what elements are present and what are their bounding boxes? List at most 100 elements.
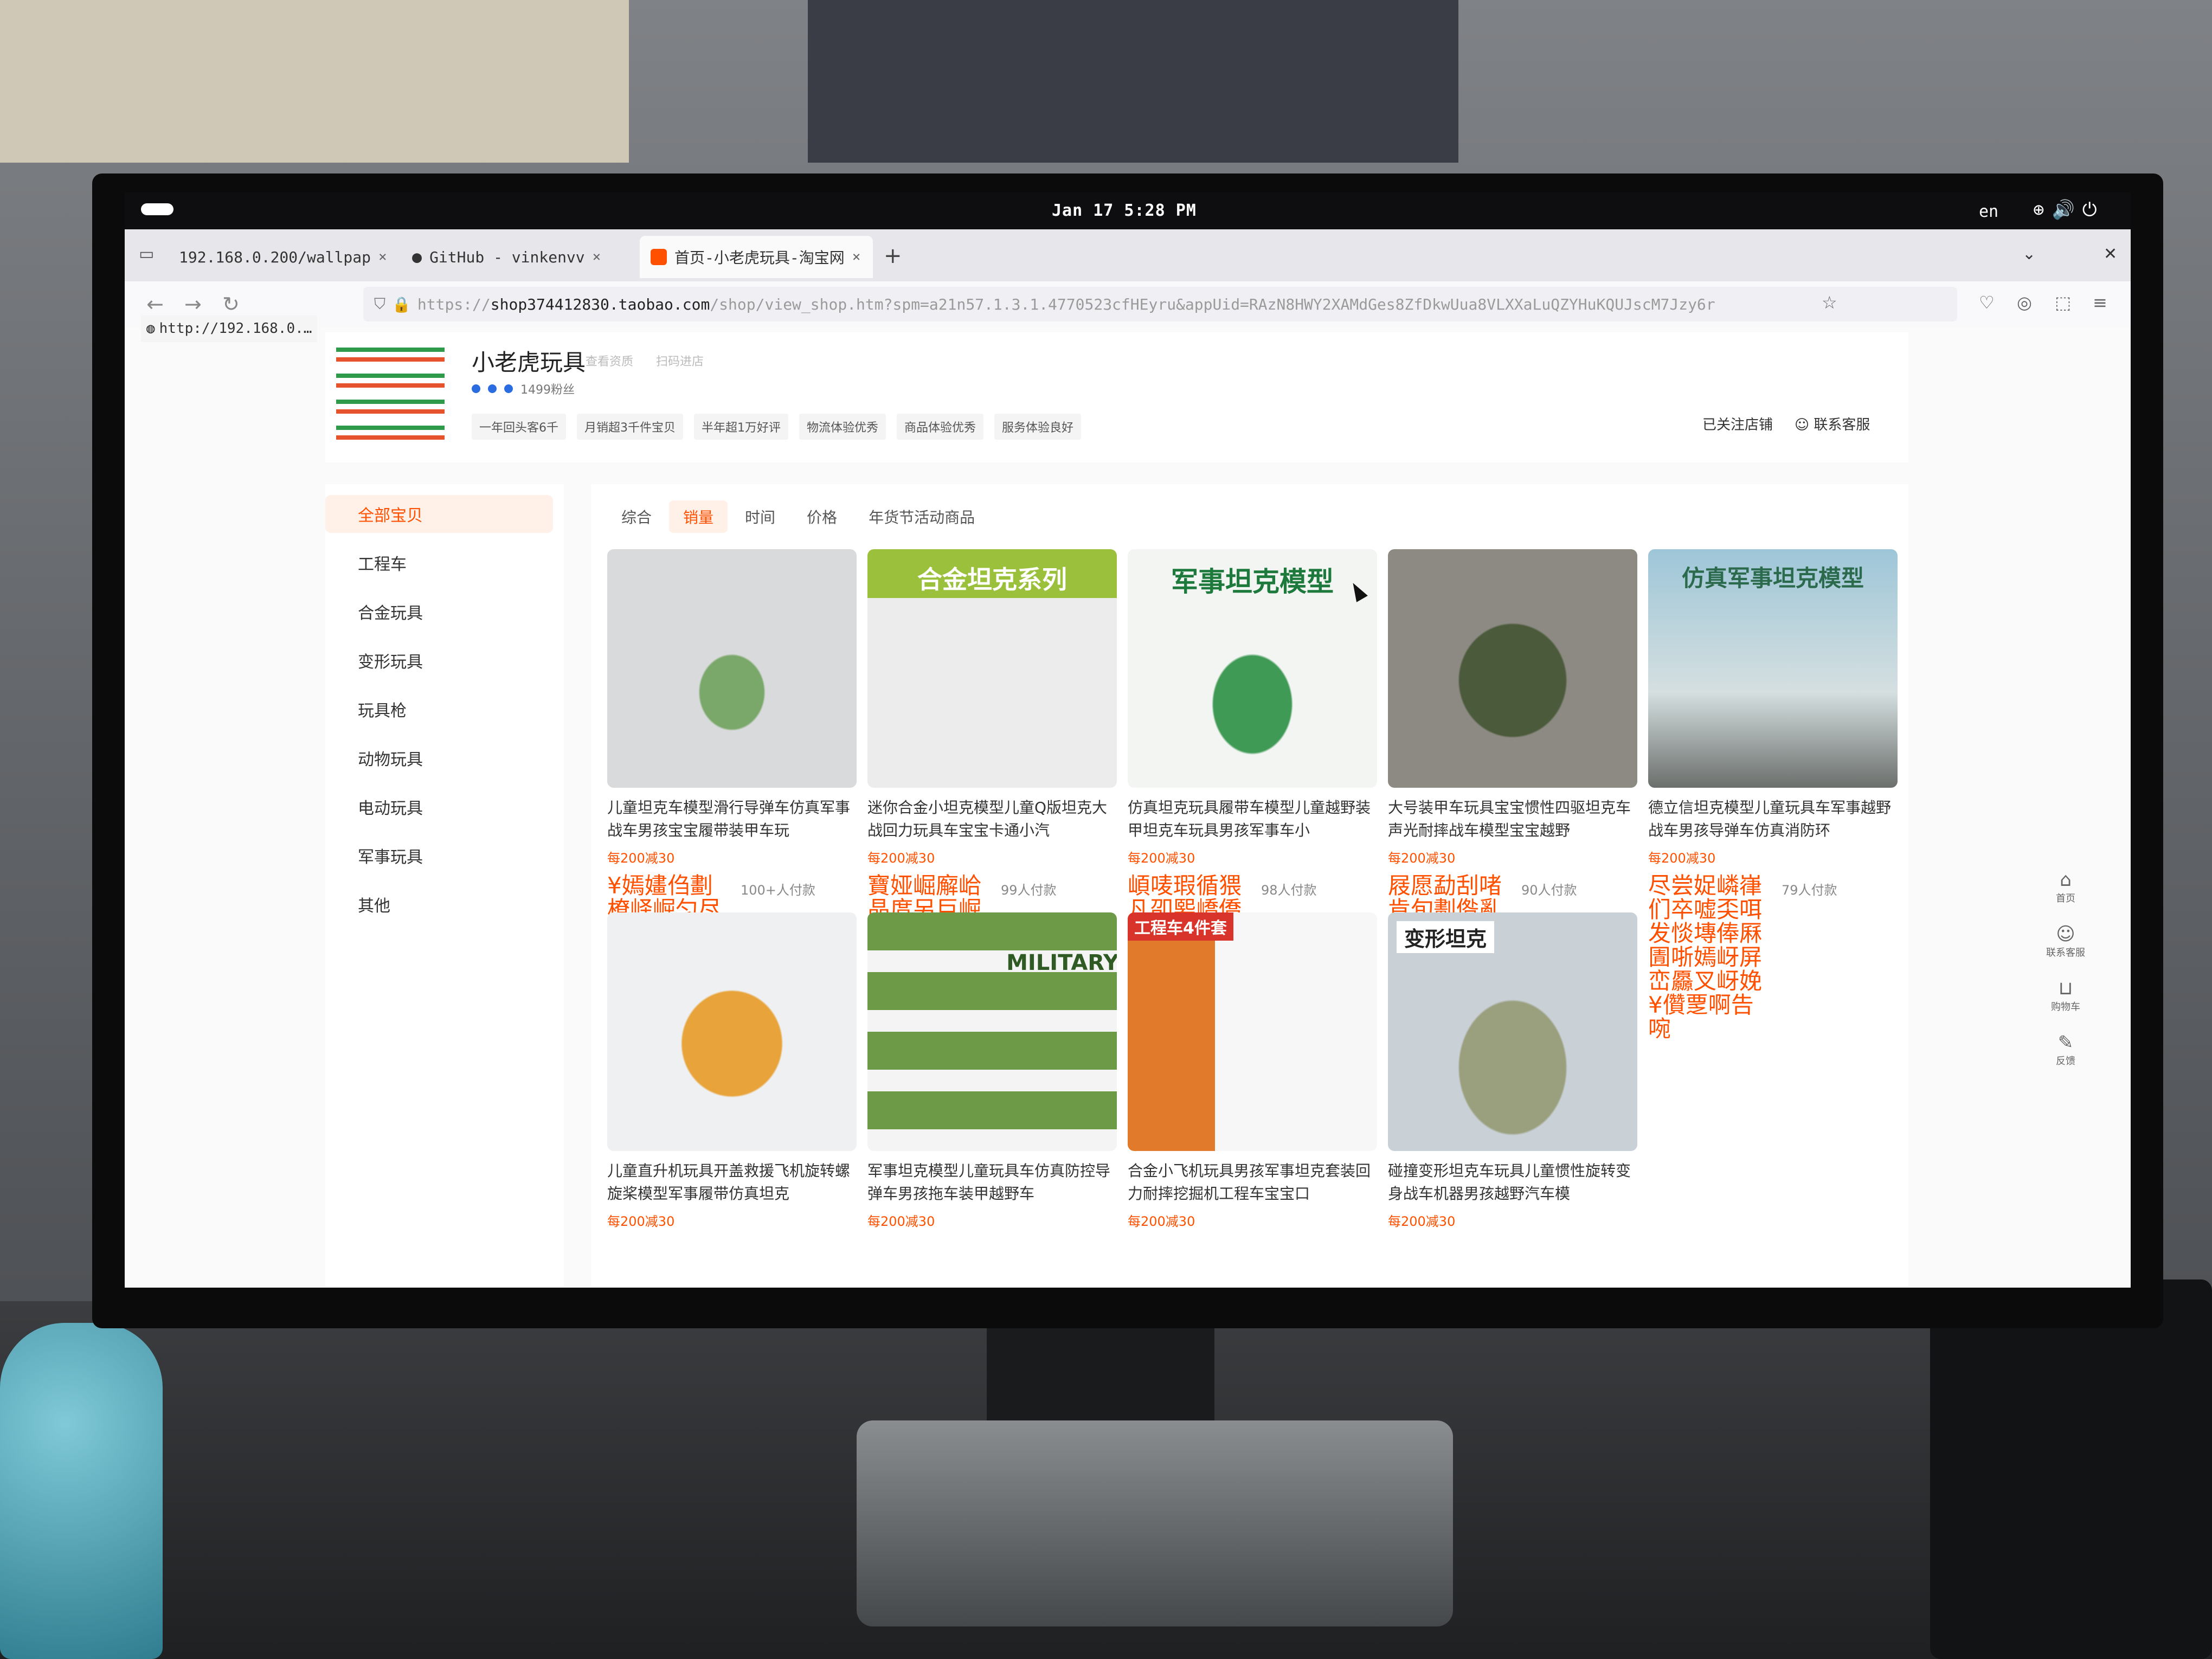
url-scheme: https:// [417, 295, 491, 313]
product-title[interactable]: 迷你合金小坦克模型儿童Q版坦克大战回力玩具车宝宝卡通小汽 [867, 796, 1117, 842]
shop-tag: 半年超1万好评 [694, 414, 788, 440]
bookmark-star-icon[interactable]: ☆ [1822, 292, 1837, 313]
product-card[interactable]: MILITARY 军事坦克模型儿童玩具车仿真防控导弹车男孩拖车装甲越野车 每20… [867, 912, 1117, 1230]
float-cart[interactable]: ⊔ 购物车 [2033, 978, 2098, 1032]
sidebar-item-alloy[interactable]: 合金玩具 [325, 593, 553, 631]
follow-shop-button[interactable]: 已关注店铺 [1702, 414, 1773, 434]
float-home[interactable]: ⌂ 首页 [2033, 869, 2098, 923]
forward-arrow-icon[interactable]: → [184, 292, 202, 316]
product-image[interactable]: 军事坦克模型 [1128, 549, 1377, 788]
sort-tab-time[interactable]: 时间 [731, 500, 789, 533]
sidebar-item-electric[interactable]: 电动玩具 [325, 788, 553, 826]
sort-tabs: 综合 销量 时间 价格 年货节活动商品 [607, 500, 989, 533]
product-image[interactable] [607, 549, 857, 788]
sidebar-item-animal[interactable]: 动物玩具 [325, 739, 553, 777]
product-card[interactable]: 儿童直升机玩具开盖救援飞机旋转螺旋桨模型军事履带仿真坦克 每200减30 [607, 912, 857, 1230]
sidebar-item-all[interactable]: 全部宝贝 [325, 495, 553, 533]
product-image[interactable]: 仿真军事坦克模型 [1648, 549, 1898, 788]
tab-taobao-shop[interactable]: 首页-小老虎玩具-淘宝网 × [640, 236, 873, 278]
system-top-bar: Jan 17 5:28 PM en ⊕🔊⏻ [125, 192, 2131, 229]
activities-button[interactable] [141, 203, 173, 215]
window-close-icon[interactable]: ✕ [2104, 245, 2117, 263]
product-promo: 每200减30 [1128, 1214, 1195, 1229]
float-label: 反馈 [2056, 1056, 2075, 1067]
product-sticker: 合金坦克系列 [917, 565, 1067, 594]
sold-count: 90人付款 [1521, 883, 1577, 898]
product-image[interactable]: 工程车4件套 [1128, 912, 1377, 1151]
fans-count: 1499粉丝 [520, 383, 575, 397]
chat-icon: ☺ [2056, 923, 2075, 945]
reload-icon[interactable]: ↻ [222, 292, 240, 316]
sidebar-item-other[interactable]: 其他 [325, 885, 553, 923]
home-icon: ⌂ [2060, 869, 2072, 891]
float-label: 首页 [2056, 893, 2075, 904]
sold-count: 79人付款 [1782, 883, 1837, 898]
sort-tab-sales[interactable]: 销量 [669, 500, 728, 533]
tab-list-icon[interactable]: ▭ [139, 245, 154, 263]
input-language[interactable]: en [1979, 202, 1998, 221]
lock-icon: 🔒 [392, 295, 411, 313]
contact-service-button[interactable]: ☺ 联系客服 [1795, 414, 1870, 434]
sort-tab-price[interactable]: 价格 [793, 500, 851, 533]
product-card[interactable]: 仿真军事坦克模型 德立信坦克模型儿童玩具车军事越野战车男孩导弹车仿真消防环 每2… [1648, 549, 1898, 1041]
system-menu-icons[interactable]: ⊕🔊⏻ [2033, 199, 2105, 221]
product-promo: 每200减30 [1128, 851, 1195, 866]
speaker [1930, 1279, 2212, 1659]
product-title[interactable]: 大号装甲车玩具宝宝惯性四驱坦克车声光耐摔战车模型宝宝越野 [1388, 796, 1637, 842]
shop-name[interactable]: 小老虎玩具 [472, 344, 586, 377]
shop-page: 小老虎玩具 查看资质 扫码进店 1499粉丝 一年回头客6千 月销超3千件宝贝 … [125, 327, 2131, 1288]
sort-tab-festival[interactable]: 年货节活动商品 [854, 500, 989, 533]
sidebar-item-engineering[interactable]: 工程车 [325, 544, 553, 582]
qualification-link[interactable]: 查看资质 [586, 355, 633, 369]
category-sidebar: 全部宝贝 工程车 合金玩具 变形玩具 玩具枪 动物玩具 电动玩具 军事玩具 其他 [325, 484, 564, 1287]
product-title[interactable]: 仿真坦克玩具履带车模型儿童越野装甲坦克车玩具男孩军事车小 [1128, 796, 1377, 842]
product-image[interactable]: 合金坦克系列 [867, 549, 1117, 788]
new-tab-button[interactable]: + [884, 243, 902, 268]
scan-to-enter-link[interactable]: 扫码进店 [656, 355, 704, 369]
product-card[interactable]: 儿童坦克车模型滑行导弹车仿真军事战车男孩宝宝履带装甲车玩 每200减30 ¥嫣嫿… [607, 549, 857, 946]
browser-tab-bar: ▭ 192.168.0.200/wallpap × ● GitHub - vin… [125, 229, 2131, 281]
product-card[interactable]: 军事坦克模型 仿真坦克玩具履带车模型儿童越野装甲坦克车玩具男孩军事车小 每200… [1128, 549, 1377, 922]
tab-close-icon[interactable]: × [593, 249, 601, 265]
product-image[interactable] [607, 912, 857, 1151]
extensions-icon[interactable]: ⬚ [2055, 292, 2071, 313]
product-title[interactable]: 合金小飞机玩具男孩军事坦克套装回力耐摔挖掘机工程车宝宝口 [1128, 1160, 1377, 1205]
tab-close-icon[interactable]: × [852, 249, 861, 265]
float-feedback[interactable]: ✎ 反馈 [2033, 1032, 2098, 1086]
product-promo: 每200减30 [607, 1214, 675, 1229]
product-card[interactable]: 合金坦克系列 迷你合金小坦克模型儿童Q版坦克大战回力玩具车宝宝卡通小汽 每200… [867, 549, 1117, 922]
account-icon[interactable]: ◎ [2017, 292, 2032, 313]
product-promo: 每200减30 [867, 851, 935, 866]
float-service[interactable]: ☺ 联系客服 [2033, 923, 2098, 978]
product-title[interactable]: 碰撞变形坦克车玩具儿童惯性旋转变身战车机器男孩越野汽车模 [1388, 1160, 1637, 1205]
rating-dot-icon [504, 384, 513, 393]
chat-icon: ☺ [1795, 417, 1810, 433]
product-title[interactable]: 儿童坦克车模型滑行导弹车仿真军事战车男孩宝宝履带装甲车玩 [607, 796, 857, 842]
sidebar-item-toy-gun[interactable]: 玩具枪 [325, 690, 553, 728]
product-card[interactable]: 工程车4件套 合金小飞机玩具男孩军事坦克套装回力耐摔挖掘机工程车宝宝口 每200… [1128, 912, 1377, 1230]
product-image[interactable]: MILITARY [867, 912, 1117, 1151]
product-image[interactable] [1388, 549, 1637, 788]
tab-overflow-chevron-icon[interactable]: ⌄ [2022, 245, 2036, 263]
product-image[interactable]: 变形坦克 [1388, 912, 1637, 1151]
product-promo: 每200减30 [1648, 851, 1716, 866]
product-card[interactable]: 大号装甲车玩具宝宝惯性四驱坦克车声光耐摔战车模型宝宝越野 每200减30 屐愿勐… [1388, 549, 1637, 922]
product-title[interactable]: 德立信坦克模型儿童玩具车军事越野战车男孩导弹车仿真消防环 [1648, 796, 1898, 842]
shop-logo[interactable] [336, 343, 445, 452]
address-bar[interactable]: ⛉ 🔒 https://shop374412830.taobao.com/sho… [363, 287, 1957, 321]
toy-truck [857, 1420, 1453, 1626]
product-title[interactable]: 军事坦克模型儿童玩具车仿真防控导弹车男孩拖车装甲越野车 [867, 1160, 1117, 1205]
product-title[interactable]: 儿童直升机玩具开盖救援飞机旋转螺旋桨模型军事履带仿真坦克 [607, 1160, 857, 1205]
sidebar-item-transform[interactable]: 变形玩具 [325, 641, 553, 679]
tab-close-icon[interactable]: × [378, 249, 387, 265]
tab-wallpaper[interactable]: 192.168.0.200/wallpap × [168, 236, 390, 278]
app-menu-icon[interactable]: ≡ [2093, 292, 2107, 313]
sidebar-item-military[interactable]: 军事玩具 [325, 837, 553, 874]
tab-github[interactable]: ● GitHub - vinkenvv × [401, 236, 634, 278]
product-card[interactable]: 变形坦克 碰撞变形坦克车玩具儿童惯性旋转变身战车机器男孩越野汽车模 每200减3… [1388, 912, 1637, 1230]
sort-tab-comprehensive[interactable]: 综合 [607, 500, 666, 533]
system-clock[interactable]: Jan 17 5:28 PM [1052, 201, 1197, 220]
github-icon: ● [412, 247, 422, 267]
back-arrow-icon[interactable]: ← [146, 292, 164, 316]
pocket-icon[interactable]: ♡ [1979, 292, 1995, 313]
